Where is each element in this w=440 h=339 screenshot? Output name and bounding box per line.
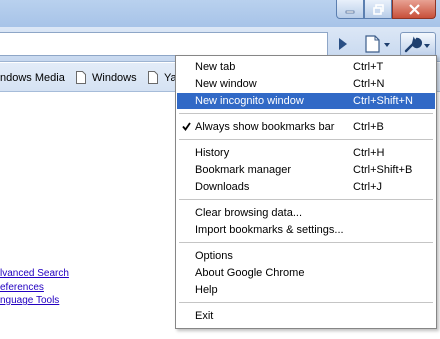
menu-item-new-tab[interactable]: New tab Ctrl+T — [177, 59, 435, 75]
menu-item-shortcut: Ctrl+T — [353, 61, 384, 73]
menu-separator — [179, 139, 433, 140]
menu-item-options[interactable]: Options — [177, 248, 435, 264]
menu-item-shortcut: Ctrl+B — [353, 121, 384, 133]
page-icon — [148, 71, 158, 84]
close-button[interactable] — [392, 0, 436, 19]
menu-item-about-google-chrome[interactable]: About Google Chrome — [177, 265, 435, 281]
page-menu-icon — [365, 35, 390, 53]
menu-item-shortcut: Ctrl+J — [353, 181, 383, 193]
wrench-menu-button[interactable] — [400, 32, 436, 57]
go-button[interactable] — [333, 33, 353, 55]
wrench-menu: New tab Ctrl+T New window Ctrl+N New inc… — [175, 55, 437, 329]
page-icon — [76, 71, 86, 84]
play-icon — [339, 38, 347, 50]
menu-separator — [179, 199, 433, 200]
checkmark-icon — [182, 122, 191, 131]
menu-item-history[interactable]: History Ctrl+H — [177, 145, 435, 161]
menu-item-label: Always show bookmarks bar — [195, 121, 335, 133]
menu-item-label: New incognito window — [195, 95, 304, 107]
menu-item-label: Help — [195, 284, 218, 296]
menu-item-label: Options — [195, 250, 233, 262]
menu-item-shortcut: Ctrl+N — [353, 78, 385, 90]
menu-item-label: New tab — [195, 61, 236, 73]
wrench-icon — [404, 36, 430, 52]
menu-separator — [179, 242, 433, 243]
menu-item-label: Bookmark manager — [195, 164, 291, 176]
restore-icon — [372, 3, 384, 15]
menu-item-bookmark-manager[interactable]: Bookmark manager Ctrl+Shift+B — [177, 162, 435, 178]
minimize-button[interactable] — [336, 0, 364, 19]
menu-separator — [179, 302, 433, 303]
bookmark-item[interactable]: ndows Media — [0, 63, 65, 92]
bookmark-label: Windows — [92, 71, 137, 84]
menu-item-always-show-bookmarks-bar[interactable]: Always show bookmarks bar Ctrl+B — [177, 119, 435, 135]
close-icon — [408, 3, 420, 15]
window-controls — [336, 0, 436, 19]
menu-item-label: New window — [195, 78, 257, 90]
minimize-icon — [345, 10, 355, 14]
bookmark-item[interactable]: Ya — [148, 63, 177, 92]
menu-item-clear-browsing-data[interactable]: Clear browsing data... — [177, 205, 435, 221]
menu-item-exit[interactable]: Exit — [177, 308, 435, 324]
menu-item-label: History — [195, 147, 230, 159]
menu-item-shortcut: Ctrl+Shift+B — [353, 164, 413, 176]
menu-item-downloads[interactable]: Downloads Ctrl+J — [177, 179, 435, 195]
language-tools-link[interactable]: nguage Tools — [0, 295, 59, 306]
menu-item-shortcut: Ctrl+H — [353, 147, 385, 159]
menu-item-shortcut: Ctrl+Shift+N — [353, 95, 413, 107]
menu-item-label: Exit — [195, 310, 214, 322]
menu-item-help[interactable]: Help — [177, 282, 435, 298]
menu-item-label: Clear browsing data... — [195, 207, 302, 219]
menu-item-label: About Google Chrome — [195, 267, 305, 279]
page-menu-button[interactable] — [362, 33, 396, 55]
advanced-search-link[interactable]: lvanced Search — [0, 268, 69, 279]
menu-item-label: Downloads — [195, 181, 250, 193]
address-bar[interactable] — [0, 32, 328, 56]
menu-item-new-window[interactable]: New window Ctrl+N — [177, 76, 435, 92]
preferences-link[interactable]: eferences — [0, 282, 44, 293]
bookmark-label: ndows Media — [0, 71, 65, 84]
menu-item-new-incognito-window[interactable]: New incognito window Ctrl+Shift+N — [177, 93, 435, 109]
menu-separator — [179, 113, 433, 114]
bookmark-item[interactable]: Windows — [76, 63, 137, 92]
title-bar — [0, 0, 440, 27]
menu-item-import-bookmarks[interactable]: Import bookmarks & settings... — [177, 222, 435, 238]
menu-item-label: Import bookmarks & settings... — [195, 224, 344, 236]
restore-button[interactable] — [364, 0, 392, 19]
